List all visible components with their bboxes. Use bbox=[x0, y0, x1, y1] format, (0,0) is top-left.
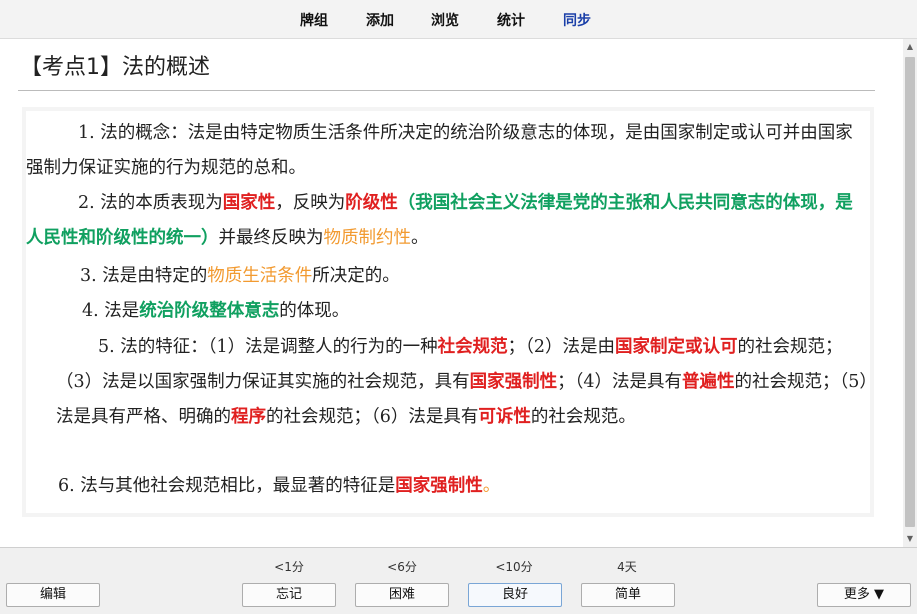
paragraph-concept: 1. 法的概念：法是由特定物质生活条件所决定的统治阶级意志的体现，是由国家制定或… bbox=[26, 116, 870, 186]
features-universal: 普遍性 bbox=[682, 372, 735, 392]
determined-text-c: 所决定的。 bbox=[312, 266, 400, 286]
features-text-m: 的社会规范。 bbox=[530, 407, 636, 427]
top-menu-bar: 牌组 添加 浏览 统计 同步 bbox=[0, 0, 917, 39]
will-text-a: 4. 法是 bbox=[82, 301, 140, 321]
good-interval: <10分 bbox=[495, 560, 533, 574]
will-highlight: 统治阶级整体意志 bbox=[139, 301, 280, 321]
features-social-norm: 社会规范 bbox=[437, 337, 508, 357]
scroll-thumb[interactable] bbox=[905, 57, 915, 527]
again-button[interactable]: 忘记 bbox=[242, 583, 336, 607]
essence-material: 物质制约性 bbox=[323, 228, 412, 248]
menu-decks[interactable]: 牌组 bbox=[300, 10, 328, 30]
card-view: 【考点1】法的概述 1. 法的概念：法是由特定物质生活条件所决定的统治阶级意志的… bbox=[0, 39, 903, 547]
features-procedure: 程序 bbox=[231, 407, 266, 427]
features-text-k: 的社会规范；（6）法是具有 bbox=[266, 407, 479, 427]
features-justiciable: 可诉性 bbox=[478, 407, 531, 427]
answer-content: 1. 法的概念：法是由特定物质生活条件所决定的统治阶级意志的体现，是由国家制定或… bbox=[26, 111, 870, 513]
menu-sync[interactable]: 同步 bbox=[563, 10, 591, 30]
features-made-by-state: 国家制定或认可 bbox=[615, 337, 738, 357]
paragraph-compare: 6. 法与其他社会规范相比，最显著的特征是国家强制性。 bbox=[26, 469, 870, 504]
scroll-up-arrow-icon[interactable]: ▲ bbox=[903, 39, 917, 55]
hard-interval: <6分 bbox=[387, 560, 417, 574]
answer-box: 1. 法的概念：法是由特定物质生活条件所决定的统治阶级意志的体现，是由国家制定或… bbox=[22, 107, 874, 517]
determined-text-a: 3. 法是由特定的 bbox=[80, 266, 208, 286]
essence-text-f: 并最终反映为 bbox=[218, 228, 324, 248]
answer-bar: <1分 <6分 <10分 4天 编辑 忘记 困难 良好 简单 更多 ▼ bbox=[0, 547, 917, 614]
easy-interval: 4天 bbox=[617, 560, 637, 574]
easy-button[interactable]: 简单 bbox=[581, 583, 675, 607]
scroll-down-arrow-icon[interactable]: ▼ bbox=[903, 531, 917, 547]
essence-national: 国家性 bbox=[222, 193, 276, 213]
good-button[interactable]: 良好 bbox=[468, 583, 562, 607]
determined-conditions: 物质生活条件 bbox=[207, 266, 313, 286]
essence-text-c: ，反映为 bbox=[275, 193, 346, 213]
more-button[interactable]: 更多 ▼ bbox=[817, 583, 911, 607]
again-interval: <1分 bbox=[274, 560, 304, 574]
paragraph-determined: 3. 法是由特定的物质生活条件所决定的。 bbox=[26, 259, 870, 294]
vertical-scrollbar[interactable]: ▲ ▼ bbox=[903, 39, 917, 547]
edit-button[interactable]: 编辑 bbox=[6, 583, 100, 607]
hard-button[interactable]: 困难 bbox=[355, 583, 449, 607]
concept-text: 1. 法的概念：法是由特定物质生活条件所决定的统治阶级意志的体现，是由国家制定或… bbox=[26, 123, 853, 178]
compare-text-a: 6. 法与其他社会规范相比，最显著的特征是 bbox=[58, 476, 396, 496]
essence-text-a: 2. 法的本质表现为 bbox=[78, 193, 223, 213]
essence-text-h: 。 bbox=[411, 228, 429, 248]
menu-stats[interactable]: 统计 bbox=[497, 10, 525, 30]
will-text-c: 的体现。 bbox=[279, 301, 350, 321]
compare-text-c: 。 bbox=[482, 476, 501, 496]
features-text-c: ；（2）法是由 bbox=[507, 337, 616, 357]
menu-browse[interactable]: 浏览 bbox=[431, 10, 459, 30]
paragraph-features: 5. 法的特征：（1）法是调整人的行为的一种社会规范；（2）法是由国家制定或认可… bbox=[56, 330, 870, 435]
compare-coercive: 国家强制性 bbox=[395, 476, 483, 496]
features-coercive: 国家强制性 bbox=[469, 372, 558, 392]
title-divider bbox=[18, 90, 875, 91]
essence-class: 阶级性 bbox=[345, 193, 398, 213]
card-title: 【考点1】法的概述 bbox=[20, 55, 210, 80]
features-text-a: 5. 法的特征：（1）法是调整人的行为的一种 bbox=[98, 337, 438, 357]
paragraph-will: 4. 法是统治阶级整体意志的体现。 bbox=[26, 294, 870, 329]
menu-add[interactable]: 添加 bbox=[366, 10, 394, 30]
features-text-g: ；（4）法是具有 bbox=[557, 372, 683, 392]
paragraph-essence: 2. 法的本质表现为国家性，反映为阶级性（我国社会主义法律是党的主张和人民共同意… bbox=[26, 186, 870, 256]
